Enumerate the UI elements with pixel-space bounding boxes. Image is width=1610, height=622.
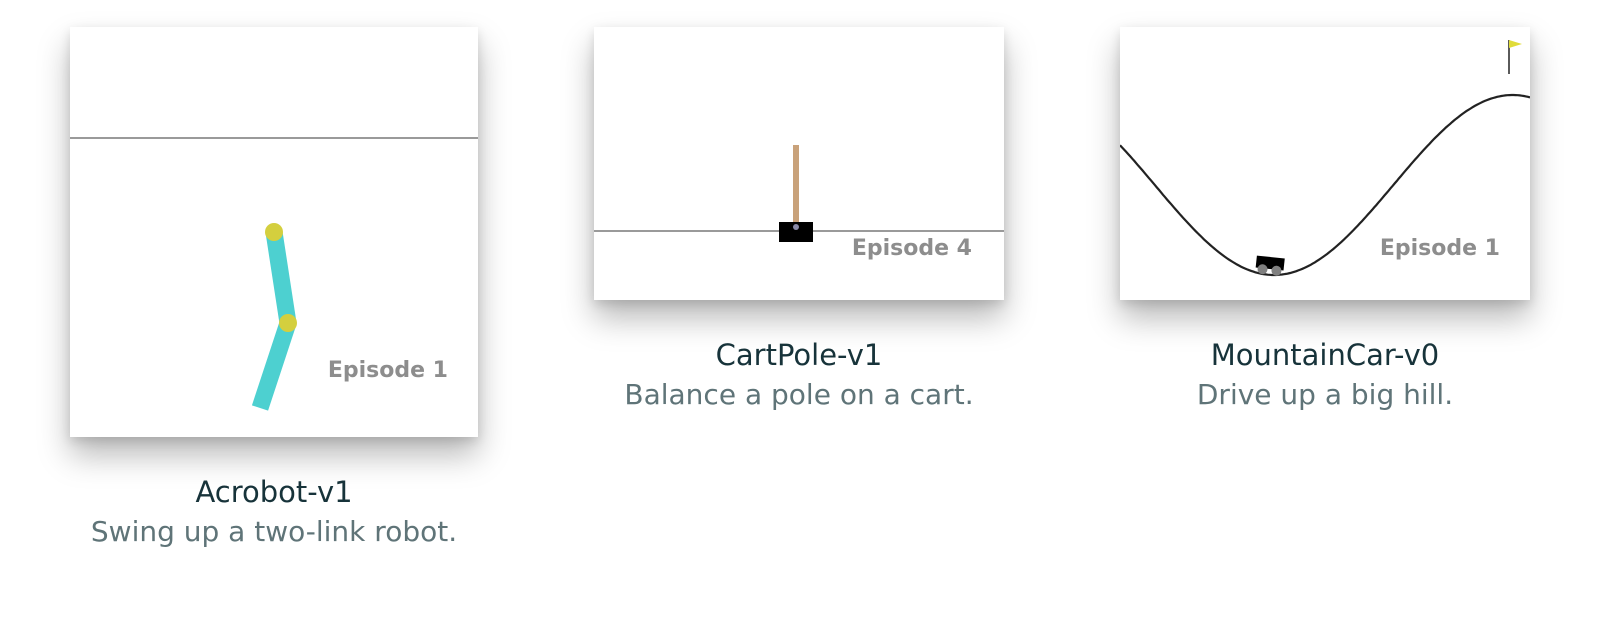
env-caption: Acrobot-v1 Swing up a two-link robot. bbox=[70, 472, 478, 552]
env-description: Drive up a big hill. bbox=[1196, 378, 1454, 411]
acrobot-animation: Episode 1 bbox=[70, 27, 478, 437]
acrobot-link-upper bbox=[265, 230, 297, 325]
acrobot-joint-middle bbox=[279, 314, 297, 332]
env-description: Balance a pole on a cart. bbox=[624, 378, 974, 411]
acrobot-joint-top bbox=[265, 223, 283, 241]
env-caption: MountainCar-v0 Drive up a big hill. bbox=[1120, 335, 1530, 415]
episode-label: Episode 1 bbox=[327, 358, 448, 383]
env-name[interactable]: CartPole-v1 bbox=[594, 335, 1004, 375]
env-name[interactable]: Acrobot-v1 bbox=[70, 472, 478, 512]
flag-icon bbox=[1509, 40, 1522, 48]
cartpole-animation: Episode 4 bbox=[594, 27, 1004, 300]
env-card-acrobot[interactable]: Episode 1 Acrobot-v1 Swing up a two-link… bbox=[70, 27, 478, 557]
mountaincar-animation: Episode 1 bbox=[1120, 27, 1530, 300]
env-description: Swing up a two-link robot. bbox=[90, 515, 458, 548]
env-card-mountaincar[interactable]: Episode 1 MountainCar-v0 Drive up a big … bbox=[1120, 27, 1530, 422]
episode-label: Episode 4 bbox=[851, 236, 972, 261]
cartpole-pole bbox=[793, 145, 799, 229]
env-caption: CartPole-v1 Balance a pole on a cart. bbox=[594, 335, 1004, 415]
env-name[interactable]: MountainCar-v0 bbox=[1120, 335, 1530, 375]
cartpole-axle bbox=[793, 224, 799, 230]
env-card-cartpole[interactable]: Episode 4 CartPole-v1 Balance a pole on … bbox=[594, 27, 1004, 422]
acrobot-link-lower bbox=[251, 320, 297, 411]
episode-label: Episode 1 bbox=[1379, 236, 1500, 261]
